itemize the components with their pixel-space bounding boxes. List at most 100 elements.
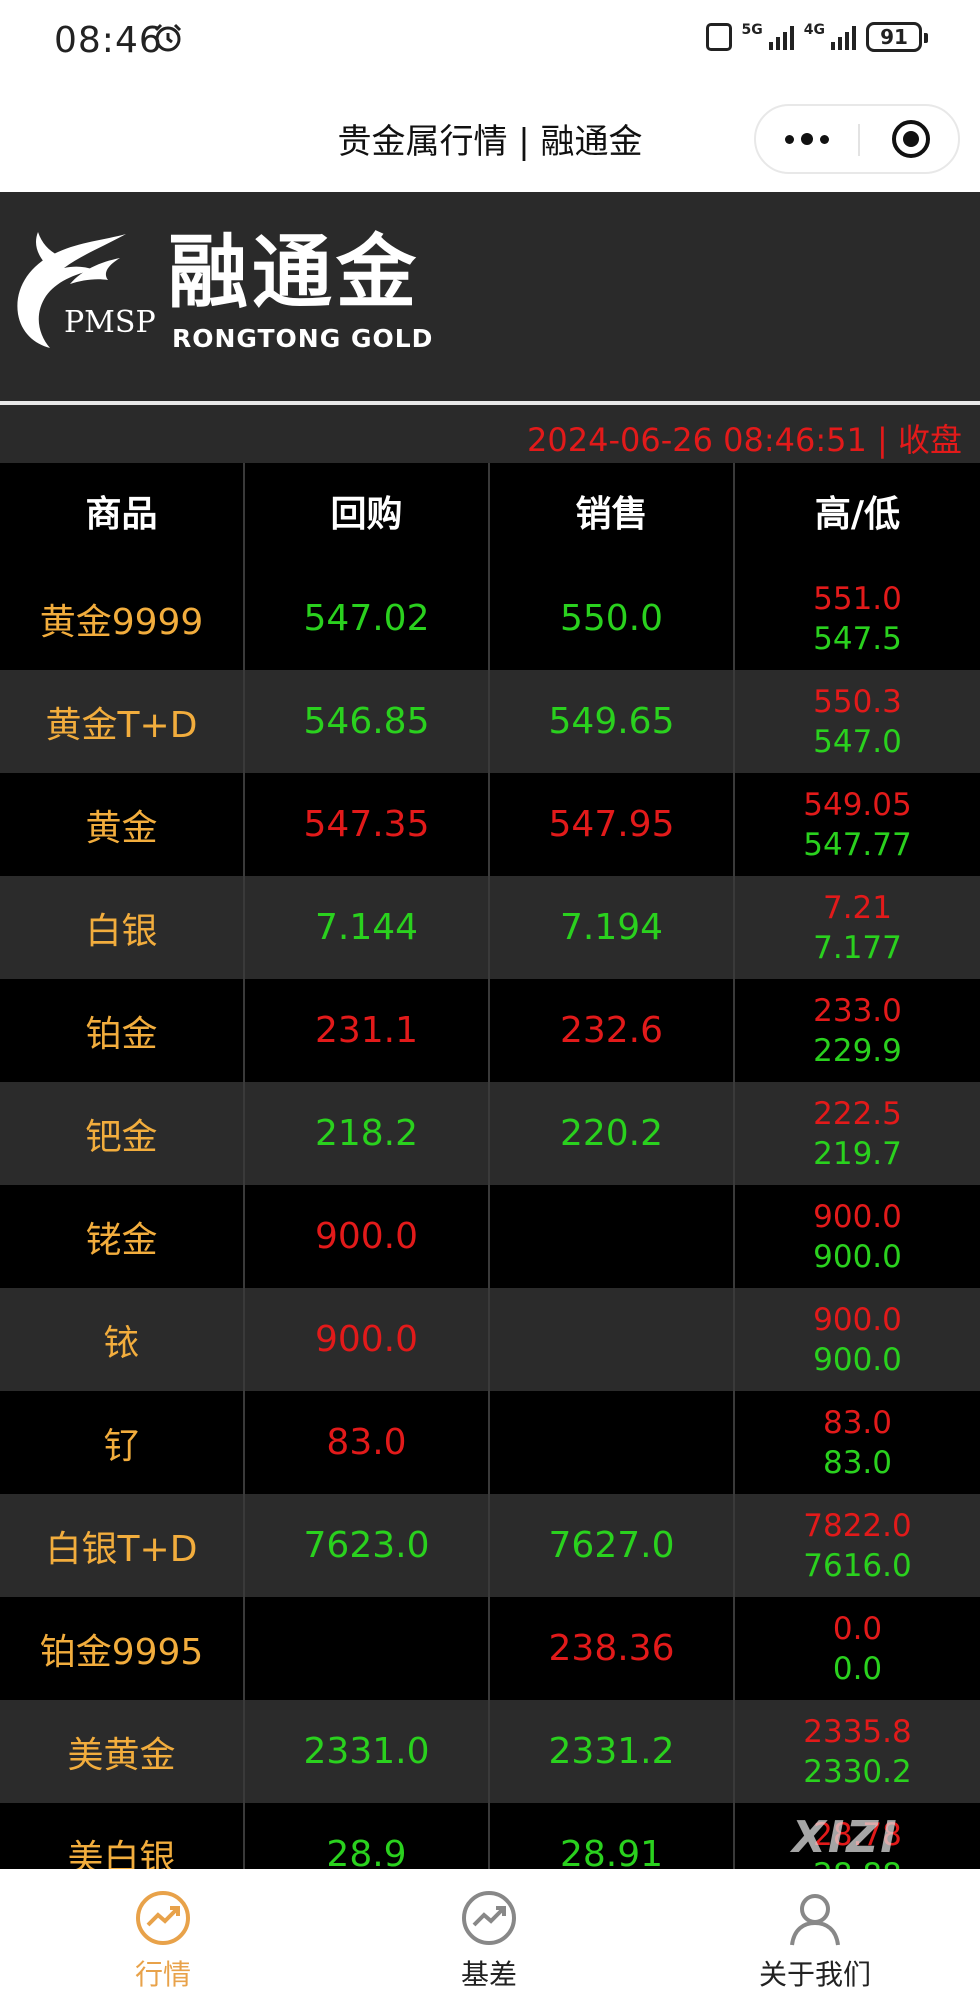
buyback-price: 218.2 [245, 1082, 490, 1185]
table-row[interactable]: 白银 7.144 7.194 7.21 7.177 [0, 876, 980, 979]
buyback-price: 547.02 [245, 567, 490, 670]
high-price: 549.05 [803, 786, 912, 823]
user-icon [790, 1894, 840, 1946]
high-low-cell: 549.05 547.77 [735, 773, 980, 876]
tab-quotes[interactable]: 行情 [0, 1869, 326, 2000]
high-low-cell: 900.0 900.0 [735, 1185, 980, 1288]
brand-header: PMSP 融通金 RONGTONG GOLD [0, 192, 980, 402]
high-low-cell: 900.0 900.0 [735, 1288, 980, 1391]
tab-about-us[interactable]: 关于我们 [652, 1869, 978, 2000]
update-bar: 2024-06-26 08:46:51 | 收盘 [0, 405, 980, 463]
product-name: 铂金9995 [0, 1597, 245, 1700]
high-low-cell: 7.21 7.177 [735, 876, 980, 979]
buyback-price: 231.1 [245, 979, 490, 1082]
sell-price: 549.65 [490, 670, 735, 773]
low-price: 900.0 [813, 1341, 902, 1378]
buyback-price: 547.35 [245, 773, 490, 876]
buyback-price: 7.144 [245, 876, 490, 979]
high-low-cell: 551.0 547.5 [735, 567, 980, 670]
low-price: 547.77 [803, 826, 912, 863]
low-price: 7.177 [813, 929, 902, 966]
buyback-price [245, 1597, 490, 1700]
low-price: 547.0 [813, 723, 902, 760]
status-bar: 08:46 5G 4G 91 [0, 0, 980, 84]
sell-price: 550.0 [490, 567, 735, 670]
table-row[interactable]: 美黄金 2331.0 2331.2 2335.8 2330.2 [0, 1700, 980, 1803]
buyback-price: 900.0 [245, 1185, 490, 1288]
signal-icon [831, 24, 856, 50]
tab-bar: 行情 基差 关于我们 [0, 1869, 980, 2000]
low-price: 83.0 [822, 1444, 893, 1481]
tab-label: 关于我们 [758, 1958, 871, 1991]
table-row[interactable]: 黄金T+D 546.85 549.65 550.3 547.0 [0, 670, 980, 773]
high-low-cell: 2335.8 2330.2 [735, 1700, 980, 1803]
vibrate-icon [705, 23, 732, 51]
high-price: 7.21 [822, 889, 893, 926]
watermark-text: XIZI [792, 1812, 899, 1863]
low-price: 229.9 [813, 1032, 902, 1069]
tab-label: 基差 [460, 1958, 517, 1991]
high-price: 900.0 [813, 1301, 902, 1338]
sell-price [490, 1185, 735, 1288]
buyback-price: 7623.0 [245, 1494, 490, 1597]
quotes-table: 商品 回购 销售 高/低 黄金9999 547.02 550.0 551.0 547.5… [0, 463, 980, 1906]
low-price: 900.0 [813, 1238, 902, 1275]
buyback-price: 2331.0 [245, 1700, 490, 1803]
table-header: 商品 回购 销售 高/低 [0, 463, 980, 567]
table-row[interactable]: 铱 900.0 900.0 900.0 [0, 1288, 980, 1391]
high-low-cell: 233.0 229.9 [735, 979, 980, 1082]
status-indicators: 5G 4G 91 [705, 22, 928, 52]
product-name: 铂金 [0, 979, 245, 1082]
status-time: 08:46 [54, 20, 163, 61]
network-4g-label: 4G [803, 22, 825, 38]
table-body: 黄金9999 547.02 550.0 551.0 547.5 黄金T+D 546.85 54… [0, 567, 980, 1906]
table-row[interactable]: 铂金 231.1 232.6 233.0 229.9 [0, 979, 980, 1082]
high-low-cell: 0.0 0.0 [735, 1597, 980, 1700]
mini-program-capsule [754, 104, 960, 174]
buyback-price: 83.0 [245, 1391, 490, 1494]
high-low-cell: 83.0 83.0 [735, 1391, 980, 1494]
high-price: 551.0 [813, 580, 902, 617]
low-price: 2330.2 [803, 1753, 912, 1790]
table-row[interactable]: 铑金 900.0 900.0 900.0 [0, 1185, 980, 1288]
table-row[interactable]: 钌 83.0 83.0 83.0 [0, 1391, 980, 1494]
trend-icon [136, 1891, 190, 1945]
buyback-price: 900.0 [245, 1288, 490, 1391]
sell-price: 232.6 [490, 979, 735, 1082]
product-name: 白银T+D [0, 1494, 245, 1597]
close-mini-program-button[interactable] [892, 120, 930, 158]
header-high-low: 高/低 [814, 494, 901, 535]
trend-icon [462, 1891, 516, 1945]
battery-icon: 91 [866, 22, 928, 52]
alarm-icon [154, 23, 182, 52]
sell-price: 2331.2 [490, 1700, 735, 1803]
table-row[interactable]: 黄金9999 547.02 550.0 551.0 547.5 [0, 567, 980, 670]
high-low-cell: 222.5 219.7 [735, 1082, 980, 1185]
brand-mark-text: PMSP [64, 305, 156, 340]
low-price: 219.7 [813, 1135, 902, 1172]
product-name: 铑金 [0, 1185, 245, 1288]
product-name: 钯金 [0, 1082, 245, 1185]
tab-basis[interactable]: 基差 [326, 1869, 652, 2000]
sell-price: 220.2 [490, 1082, 735, 1185]
table-row[interactable]: 铂金9995 238.36 0.0 0.0 [0, 1597, 980, 1700]
more-menu-button[interactable] [756, 106, 858, 172]
network-5g-label: 5G [741, 22, 763, 38]
nav-bar: 贵金属行情 | 融通金 [0, 84, 980, 192]
header-product: 商品 [0, 463, 245, 567]
high-price: 0.0 [832, 1610, 883, 1647]
low-price: 0.0 [832, 1650, 883, 1687]
sell-price: 7.194 [490, 876, 735, 979]
sell-price [490, 1288, 735, 1391]
high-price: 233.0 [813, 992, 902, 1029]
table-row[interactable]: 白银T+D 7623.0 7627.0 7822.0 7616.0 [0, 1494, 980, 1597]
product-name: 钌 [0, 1391, 245, 1494]
high-price: 900.0 [813, 1198, 902, 1235]
table-row[interactable]: 钯金 218.2 220.2 222.5 219.7 [0, 1082, 980, 1185]
table-row[interactable]: 黄金 547.35 547.95 549.05 547.77 [0, 773, 980, 876]
high-low-cell: 550.3 547.0 [735, 670, 980, 773]
sell-price: 547.95 [490, 773, 735, 876]
product-name: 白银 [0, 876, 245, 979]
tab-label: 行情 [134, 1958, 191, 1991]
high-price: 83.0 [822, 1404, 893, 1441]
